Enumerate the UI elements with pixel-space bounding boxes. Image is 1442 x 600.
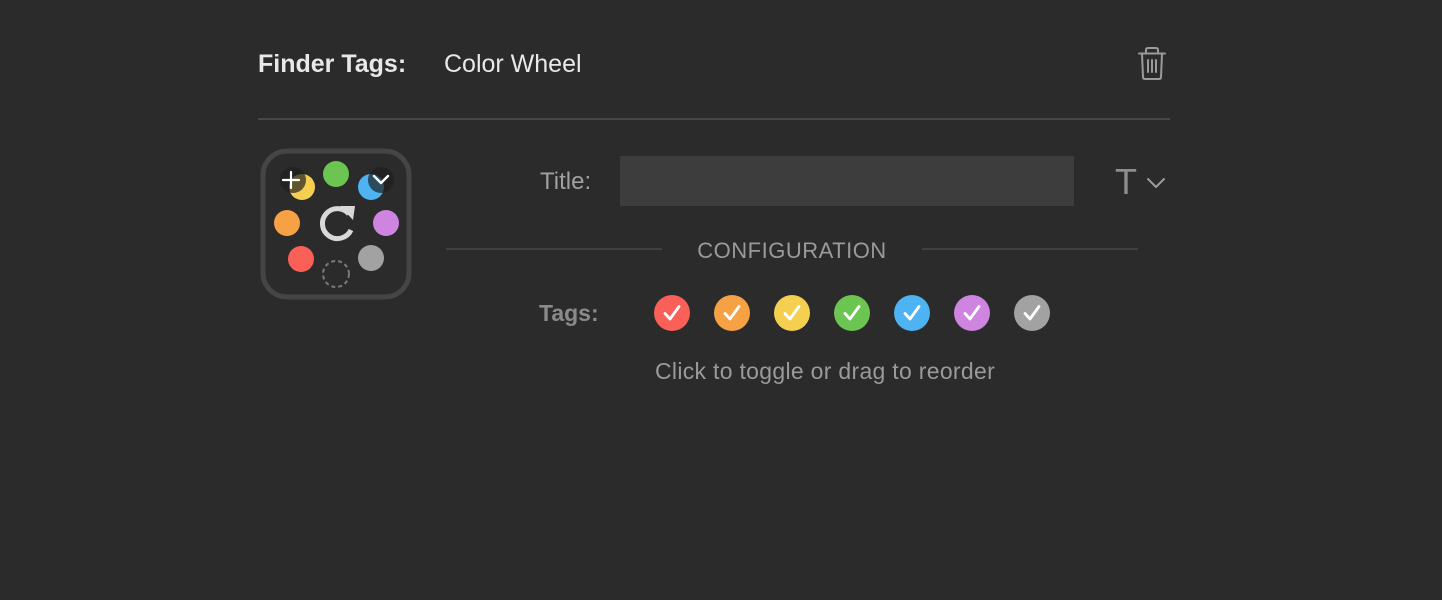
font-style-button[interactable]: T	[1112, 162, 1172, 202]
checkmark-icon	[843, 305, 861, 321]
delete-button[interactable]	[1136, 46, 1168, 82]
chevron-down-icon	[1147, 178, 1165, 188]
dot-red	[288, 246, 314, 272]
checkmark-icon	[783, 305, 801, 321]
tags-label: Tags:	[539, 300, 599, 326]
checkmark-icon	[723, 305, 741, 321]
section-divider-left	[446, 248, 662, 250]
dot-green	[323, 161, 349, 187]
tag-toggle-orange[interactable]	[714, 295, 750, 331]
dot-orange	[274, 210, 300, 236]
checkmark-icon	[1023, 305, 1041, 321]
tag-toggle-green[interactable]	[834, 295, 870, 331]
check-shadow	[368, 167, 394, 193]
header: Finder Tags: Color Wheel	[258, 46, 1170, 86]
tag-toggle-blue[interactable]	[894, 295, 930, 331]
dot-gray	[358, 245, 384, 271]
text-format-icon: T	[1115, 161, 1137, 202]
action-icon-tile[interactable]	[260, 148, 412, 300]
title-label: Title:	[540, 168, 592, 195]
tag-toggle-purple[interactable]	[954, 295, 990, 331]
tag-toggle-red[interactable]	[654, 295, 690, 331]
tag-toggle-yellow[interactable]	[774, 295, 810, 331]
dot-purple	[373, 210, 399, 236]
section-title: CONFIGURATION	[697, 238, 887, 263]
trash-icon	[1138, 47, 1166, 80]
title-input[interactable]	[620, 156, 1074, 206]
action-name: Color Wheel	[444, 50, 582, 78]
checkmark-icon	[903, 305, 921, 321]
tag-toggle-gray[interactable]	[1014, 295, 1050, 331]
section-divider-right	[922, 248, 1138, 250]
checkmark-icon	[663, 305, 681, 321]
finder-tags-label: Finder Tags:	[258, 50, 407, 78]
checkmark-icon	[963, 305, 981, 321]
header-divider	[258, 118, 1170, 120]
tags-hint: Click to toggle or drag to reorder	[655, 358, 996, 384]
